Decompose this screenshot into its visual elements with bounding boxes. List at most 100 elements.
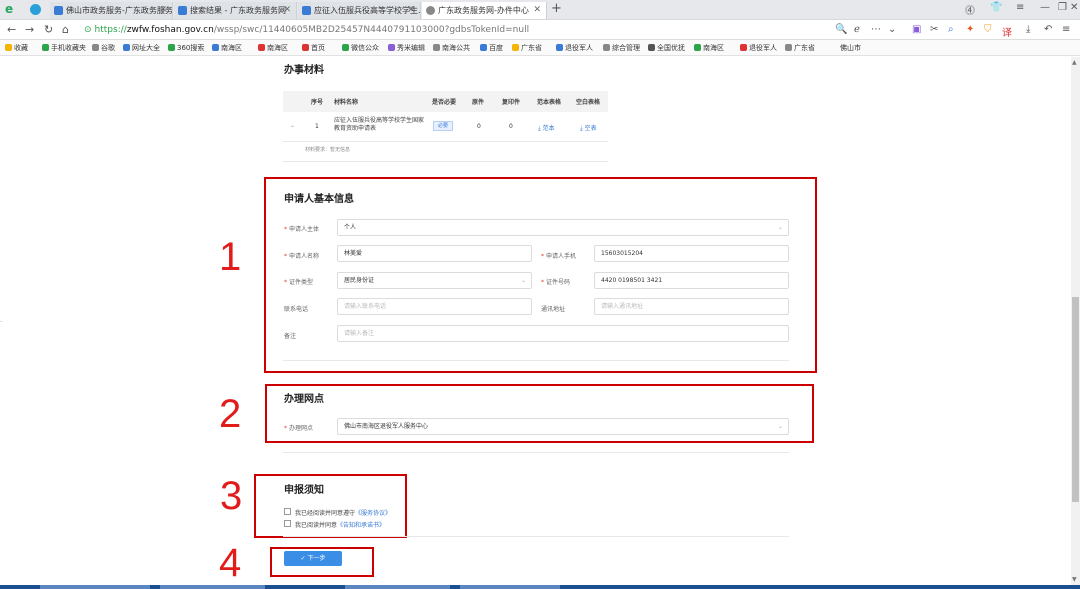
name-label: * 申请人名称 xyxy=(284,253,320,260)
commitment-letter-link[interactable]: 《告知和承诺书》 xyxy=(337,522,385,529)
undo-icon[interactable]: ↶ xyxy=(1044,24,1052,35)
dropdown-icon[interactable]: ⌄ xyxy=(888,24,896,35)
site-icon xyxy=(302,6,311,15)
scroll-thumb[interactable] xyxy=(1072,297,1079,502)
close-icon[interactable]: ✕ xyxy=(159,2,167,19)
bookmark-item[interactable]: 首页 xyxy=(302,42,325,54)
translate-icon[interactable]: 译 xyxy=(1002,24,1012,39)
agreement-checkbox[interactable] xyxy=(284,508,291,515)
tab-search[interactable]: 搜索结果 - 广东政务服务网 ✕ xyxy=(174,2,297,19)
id-number-label: * 证件号码 xyxy=(541,279,571,286)
close-icon[interactable]: ✕ xyxy=(283,2,291,19)
page-scrollbar[interactable]: ▲ ▼ xyxy=(1071,57,1080,585)
reload-icon[interactable]: ↻ xyxy=(44,23,53,36)
extension-icon[interactable]: ▣ xyxy=(912,24,921,35)
bookmark-item[interactable]: 秀米编辑 xyxy=(388,42,425,54)
contact-phone-field[interactable]: 请输入联系电话 xyxy=(337,298,532,315)
os-taskbar xyxy=(0,585,1080,589)
tab-office-center[interactable]: 广东政务服务网-办件中心 ✕ xyxy=(422,2,547,19)
more-icon[interactable]: ⋯ xyxy=(871,24,881,35)
expand-chevron-icon[interactable]: ⌄ xyxy=(290,122,295,129)
id-type-label: * 证件类型 xyxy=(284,279,314,286)
taskbar-item[interactable] xyxy=(345,585,450,589)
id-number-field[interactable]: 4420 0198501 3421 xyxy=(594,272,789,289)
bookmark-item[interactable]: 广东省 xyxy=(512,42,542,54)
browser-logo-icon[interactable]: e xyxy=(5,2,13,16)
service-agreement-link[interactable]: 《服务协议》 xyxy=(355,510,391,517)
chevron-down-icon: ⌄ xyxy=(777,423,783,430)
bookmark-item[interactable]: 360搜索 xyxy=(168,42,204,54)
bookmark-item[interactable]: 退役军人 xyxy=(556,42,593,54)
close-window-icon[interactable]: ✕ xyxy=(1070,2,1078,13)
scissors-icon[interactable]: ✂ xyxy=(930,24,938,35)
subject-select[interactable]: 个人 ⌄ xyxy=(337,219,789,236)
phone-field[interactable]: 15603015204 xyxy=(594,245,789,262)
settings-icon[interactable]: ≡ xyxy=(1062,24,1070,35)
bookmark-item[interactable]: 广东省 xyxy=(785,42,815,54)
scroll-up-icon[interactable]: ▲ xyxy=(1072,59,1077,66)
zoom-icon[interactable]: 🔍 xyxy=(835,24,847,35)
commitment-checkbox[interactable] xyxy=(284,520,291,527)
close-icon[interactable]: ✕ xyxy=(407,2,415,19)
close-icon[interactable]: ✕ xyxy=(533,2,541,19)
game-icon[interactable]: ✦ xyxy=(966,24,974,35)
blank-link[interactable]: ⤓ 空表 xyxy=(580,123,597,133)
bookmark-item[interactable]: 谷歌 xyxy=(92,42,115,54)
annotation-number: 4 xyxy=(219,541,242,585)
annotation-number: 3 xyxy=(220,474,243,518)
shield-icon[interactable]: ⛉ xyxy=(984,24,992,35)
minimize-icon[interactable]: — xyxy=(1040,2,1050,13)
back-icon[interactable]: ← xyxy=(7,23,16,36)
phone-label: * 申请人手机 xyxy=(541,253,577,260)
bookmark-item[interactable]: 南海区 xyxy=(258,42,288,54)
bookmark-item[interactable]: 南海区 xyxy=(694,42,724,54)
taskbar-item[interactable] xyxy=(160,585,265,589)
agreement-text: 我已经阅读并同意遵守《服务协议》 xyxy=(295,510,392,517)
tab-foshan[interactable]: 佛山市政务服务-广东政务服务网 ✕ xyxy=(50,2,173,19)
office-select[interactable]: 佛山市南海区退役军人服务中心 ⌄ xyxy=(337,418,789,435)
row-index: 1 xyxy=(315,123,319,130)
bookmark-item[interactable]: 网址大全 xyxy=(123,42,160,54)
taskbar-item[interactable] xyxy=(40,585,150,589)
id-type-select[interactable]: 居民身份证 ⌄ xyxy=(337,272,532,289)
home-icon[interactable]: ⌂ xyxy=(62,23,69,36)
bookmark-item[interactable]: 百度 xyxy=(480,42,503,54)
scroll-down-icon[interactable]: ▼ xyxy=(1072,576,1077,583)
search-ext-icon[interactable]: ⌕ xyxy=(948,24,954,35)
forward-icon[interactable]: → xyxy=(25,23,34,36)
remark-field[interactable]: 请输入备注 xyxy=(337,325,789,342)
badge-icon[interactable]: ⓸ xyxy=(965,2,975,17)
subject-label: * 申请人主体 xyxy=(284,226,320,233)
divider xyxy=(283,161,608,162)
bookmark-item[interactable]: 微信公众 xyxy=(342,42,379,54)
materials-title: 办事材料 xyxy=(284,65,324,76)
bookmark-item[interactable]: 全国优抚 xyxy=(648,42,685,54)
bookmark-item[interactable]: 综合管理 xyxy=(603,42,640,54)
address-field[interactable]: 请输入通讯地址 xyxy=(594,298,789,315)
tab-item[interactable]: 应征入伍服兵役高等学校学生... ✕ xyxy=(298,2,421,19)
lock-icon: ⊙ xyxy=(84,25,92,35)
next-step-button[interactable]: ✓ 下一步 xyxy=(284,551,342,566)
shirt-icon[interactable]: 👕 xyxy=(990,2,1002,13)
bookmark-item[interactable]: 南海公共 xyxy=(433,42,470,54)
restore-icon[interactable]: ❐ xyxy=(1058,2,1067,13)
sample-link[interactable]: ⤓ 范本 xyxy=(538,123,555,133)
name-field[interactable]: 林美爱 xyxy=(337,245,532,262)
annotation-number: 2 xyxy=(219,392,242,436)
bookmarks-bar: 收藏 手机收藏夹 谷歌 网址大全 360搜索 南海区 南海区 首页 微信公众 秀… xyxy=(0,40,1080,56)
bookmark-item[interactable]: 南海区 xyxy=(212,42,242,54)
engine-icon[interactable]: ℯ xyxy=(854,24,860,35)
bookmark-item[interactable]: 退役军人 xyxy=(740,42,777,54)
taskbar-item[interactable] xyxy=(460,585,560,589)
material-name: 应征入伍服兵役高等学校学生国家教育资助申请表 xyxy=(334,117,425,132)
telegram-icon[interactable] xyxy=(30,4,41,15)
bookmark-item[interactable]: 佛山市 xyxy=(840,42,861,54)
download-icon[interactable]: ⤓ xyxy=(1026,24,1030,35)
applicant-title: 申请人基本信息 xyxy=(284,194,354,205)
bookmark-item[interactable]: 收藏 xyxy=(5,42,28,54)
menu-icon[interactable]: ≡ xyxy=(1016,2,1024,13)
url-input[interactable]: ⊙ https://zwfw.foshan.gov.cn/wssp/swc/114… xyxy=(84,23,824,38)
bookmark-item[interactable]: 手机收藏夹 xyxy=(42,42,86,54)
new-tab-icon[interactable]: + xyxy=(551,1,562,16)
remark-label: 备注 xyxy=(284,333,297,340)
